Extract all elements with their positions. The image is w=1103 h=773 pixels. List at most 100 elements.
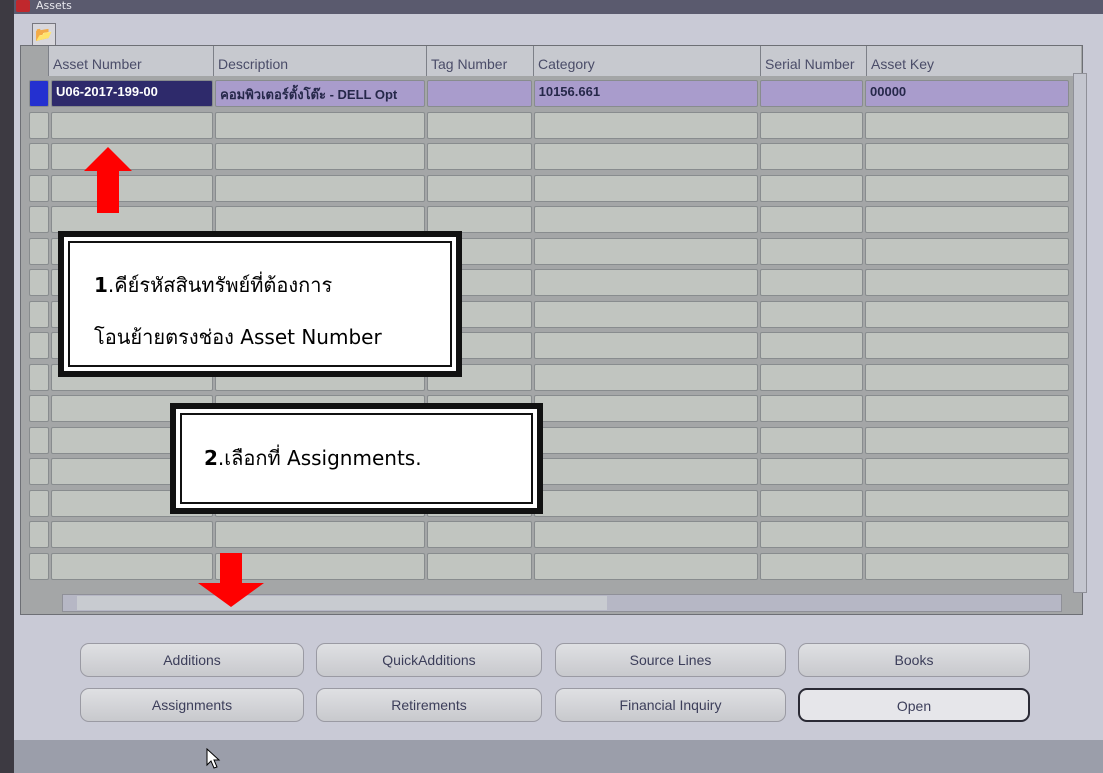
grid-cell[interactable] [865, 269, 1069, 296]
row-selector[interactable] [29, 489, 49, 517]
additions-button[interactable]: Additions [80, 643, 304, 677]
grid-cell[interactable] [215, 206, 426, 233]
grid-cell[interactable] [759, 111, 864, 139]
col-description[interactable]: Description [213, 46, 426, 76]
grid-cell[interactable] [865, 237, 1069, 265]
grid-cell[interactable] [215, 521, 426, 548]
grid-cell[interactable] [865, 206, 1069, 233]
grid-cell[interactable] [427, 552, 532, 580]
grid-cell[interactable] [533, 237, 758, 265]
table-row[interactable] [28, 551, 1070, 583]
grid-cell[interactable] [427, 206, 532, 233]
grid-cell[interactable] [759, 363, 864, 391]
grid-cell[interactable] [427, 521, 532, 548]
grid-cell[interactable] [759, 426, 864, 454]
grid-cell[interactable] [865, 521, 1069, 548]
grid-cell[interactable] [865, 363, 1069, 391]
table-row[interactable]: U06-2017-199-00 คอมพิวเตอร์ตั้งโต๊ะ - DE… [28, 78, 1070, 110]
row-selector[interactable] [29, 521, 49, 548]
grid-cell[interactable] [533, 458, 758, 485]
grid-cell[interactable] [759, 300, 864, 328]
col-category[interactable]: Category [533, 46, 760, 76]
financial-inquiry-button[interactable]: Financial Inquiry [555, 688, 786, 722]
grid-cell[interactable] [533, 363, 758, 391]
retirements-button[interactable]: Retirements [316, 688, 542, 722]
grid-cell[interactable] [759, 237, 864, 265]
row-selector[interactable] [29, 332, 49, 359]
row-selector[interactable] [29, 363, 49, 391]
grid-cell[interactable] [865, 395, 1069, 422]
grid-cell[interactable] [759, 395, 864, 422]
grid-cell[interactable] [865, 174, 1069, 202]
grid-cell[interactable] [533, 552, 758, 580]
col-asset-key[interactable]: Asset Key [866, 46, 1081, 76]
grid-cell[interactable] [50, 552, 214, 580]
grid-cell[interactable] [865, 300, 1069, 328]
grid-cell[interactable] [759, 269, 864, 296]
grid-cell[interactable] [759, 332, 864, 359]
grid-cell[interactable] [865, 143, 1069, 170]
source-lines-button[interactable]: Source Lines [555, 643, 786, 677]
row-selector[interactable] [29, 143, 49, 170]
grid-cell[interactable] [865, 489, 1069, 517]
grid-cell[interactable] [865, 458, 1069, 485]
grid-cell[interactable] [50, 111, 214, 139]
table-row[interactable] [28, 173, 1070, 205]
grid-cell[interactable] [533, 269, 758, 296]
books-button[interactable]: Books [798, 643, 1030, 677]
grid-cell[interactable] [759, 489, 864, 517]
grid-cell[interactable] [215, 143, 426, 170]
col-tag-number[interactable]: Tag Number [426, 46, 533, 76]
quick-additions-button[interactable]: QuickAdditions [316, 643, 542, 677]
vertical-scrollbar[interactable] [1073, 73, 1087, 593]
row-selector[interactable] [29, 80, 49, 107]
grid-cell[interactable] [759, 206, 864, 233]
grid-cell[interactable] [427, 111, 532, 139]
row-selector[interactable] [29, 300, 49, 328]
table-row[interactable] [28, 141, 1070, 173]
scroll-thumb[interactable] [77, 596, 607, 610]
grid-cell[interactable] [759, 521, 864, 548]
row-selector[interactable] [29, 269, 49, 296]
grid-cell[interactable] [533, 426, 758, 454]
row-selector[interactable] [29, 174, 49, 202]
col-serial-number[interactable]: Serial Number [760, 46, 866, 76]
grid-cell[interactable] [215, 111, 426, 139]
serial-number-cell[interactable] [759, 80, 864, 107]
grid-cell[interactable] [533, 521, 758, 548]
grid-cell[interactable] [759, 552, 864, 580]
row-selector[interactable] [29, 395, 49, 422]
grid-cell[interactable] [533, 300, 758, 328]
grid-cell[interactable] [533, 489, 758, 517]
grid-cell[interactable] [533, 395, 758, 422]
row-selector[interactable] [29, 237, 49, 265]
asset-key-cell[interactable]: 00000 [865, 80, 1069, 107]
open-button[interactable]: Open [798, 688, 1030, 722]
folder-icon[interactable]: 📂 [32, 23, 56, 47]
grid-cell[interactable] [533, 174, 758, 202]
category-cell[interactable]: 10156.661 [533, 80, 758, 107]
grid-cell[interactable] [865, 332, 1069, 359]
grid-cell[interactable] [427, 143, 532, 170]
row-selector[interactable] [29, 206, 49, 233]
grid-cell[interactable] [865, 426, 1069, 454]
grid-cell[interactable] [533, 111, 758, 139]
grid-cell[interactable] [759, 458, 864, 485]
assignments-button[interactable]: Assignments [80, 688, 304, 722]
col-asset-number[interactable]: Asset Number [48, 46, 213, 76]
row-selector[interactable] [29, 426, 49, 454]
grid-cell[interactable] [865, 111, 1069, 139]
grid-cell[interactable] [533, 206, 758, 233]
description-cell[interactable]: คอมพิวเตอร์ตั้งโต๊ะ - DELL Opt [215, 80, 426, 107]
asset-number-cell[interactable]: U06-2017-199-00 [50, 80, 214, 107]
grid-cell[interactable] [215, 174, 426, 202]
row-selector[interactable] [29, 111, 49, 139]
row-selector[interactable] [29, 552, 49, 580]
tag-number-cell[interactable] [427, 80, 532, 107]
table-row[interactable] [28, 110, 1070, 142]
row-selector[interactable] [29, 458, 49, 485]
table-row[interactable] [28, 519, 1070, 551]
grid-cell[interactable] [50, 521, 214, 548]
grid-cell[interactable] [533, 332, 758, 359]
grid-cell[interactable] [759, 174, 864, 202]
